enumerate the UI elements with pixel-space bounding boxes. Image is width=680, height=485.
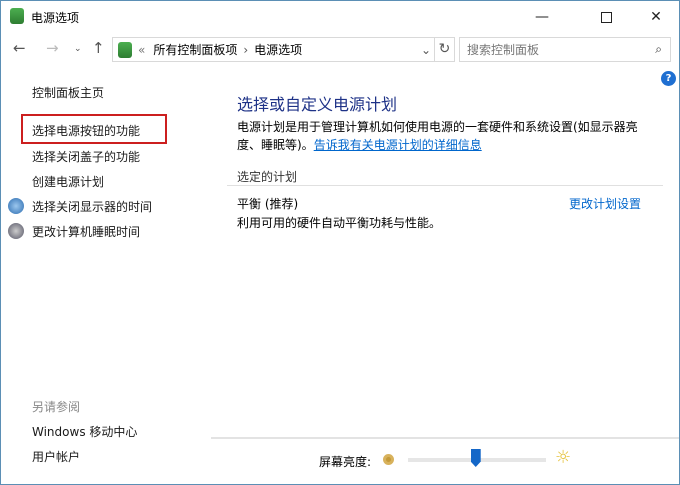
sidebar-user-accounts[interactable]: 用户帐户: [32, 448, 80, 465]
plan-description: 利用可用的硬件自动平衡功耗与性能。: [237, 216, 442, 230]
minimize-icon: —: [535, 9, 549, 25]
see-also-title: 另请参阅: [32, 400, 81, 414]
page-title: 选择或自定义电源计划: [237, 95, 398, 114]
power-options-icon: [118, 41, 132, 58]
maximize-icon: [600, 11, 612, 23]
recent-locations-button[interactable]: ⌄: [74, 44, 82, 54]
plan-name: 平衡 (推荐): [237, 197, 299, 211]
bright-brightness-icon: ☼: [555, 447, 572, 468]
power-options-icon: [10, 8, 24, 24]
sidebar-item-lid[interactable]: 选择关闭盖子的功能: [32, 148, 140, 165]
forward-button[interactable]: →: [46, 39, 59, 57]
brightness-slider[interactable]: [408, 449, 546, 470]
sidebar-item-power-button[interactable]: 选择电源按钮的功能: [32, 122, 140, 139]
description-line-2: 度、睡眠等)。: [237, 138, 314, 152]
section-divider: [227, 185, 663, 186]
close-icon: ✕: [650, 9, 662, 25]
sidebar-item-create-plan[interactable]: 创建电源计划: [32, 173, 104, 190]
display-icon: [8, 198, 24, 214]
up-arrow-icon: ↑: [92, 39, 105, 57]
window-title: 电源选项: [31, 11, 80, 25]
close-button[interactable]: ✕: [633, 1, 679, 33]
slider-thumb[interactable]: [470, 449, 481, 467]
section-title: 选定的计划: [237, 170, 298, 184]
sidebar-home-link[interactable]: 控制面板主页: [32, 84, 104, 101]
address-dropdown-icon[interactable]: ⌄: [418, 43, 434, 57]
learn-more-link[interactable]: 告诉我有关电源计划的详细信息: [314, 138, 482, 152]
up-button[interactable]: ↑: [92, 39, 105, 57]
help-icon[interactable]: ?: [661, 71, 676, 86]
search-placeholder: 搜索控制面板: [467, 43, 540, 57]
breadcrumb-overflow[interactable]: «: [138, 43, 145, 57]
sleep-icon: [8, 223, 24, 239]
breadcrumb-all-items[interactable]: 所有控制面板项: [153, 41, 237, 58]
sidebar-item-display-off[interactable]: 选择关闭显示器的时间: [32, 198, 152, 215]
sidebar-item-sleep[interactable]: 更改计算机睡眠时间: [32, 223, 140, 240]
chevron-down-icon: ⌄: [74, 44, 82, 54]
sidebar-mobility-center[interactable]: Windows 移动中心: [32, 423, 137, 440]
brightness-label: 屏幕亮度:: [319, 455, 372, 469]
back-arrow-icon: ←: [13, 39, 26, 57]
address-bar[interactable]: « 所有控制面板项 › 电源选项 ⌄ ↻: [112, 37, 455, 62]
breadcrumb-power-options[interactable]: 电源选项: [254, 41, 302, 58]
dim-brightness-icon: [383, 454, 394, 465]
description-line-1: 电源计划是用于管理计算机如何使用电源的一套硬件和系统设置(如显示器亮: [237, 120, 638, 134]
bottom-divider: [211, 437, 679, 439]
minimize-button[interactable]: —: [519, 1, 565, 33]
change-plan-settings-link[interactable]: 更改计划设置: [569, 195, 641, 212]
forward-arrow-icon: →: [46, 39, 59, 57]
back-button[interactable]: ←: [13, 39, 26, 57]
search-input[interactable]: 搜索控制面板 ⌕: [459, 37, 671, 62]
search-icon[interactable]: ⌕: [655, 42, 662, 57]
maximize-button[interactable]: [583, 1, 629, 33]
refresh-icon[interactable]: ↻: [434, 38, 454, 61]
breadcrumb-separator[interactable]: ›: [243, 43, 248, 57]
